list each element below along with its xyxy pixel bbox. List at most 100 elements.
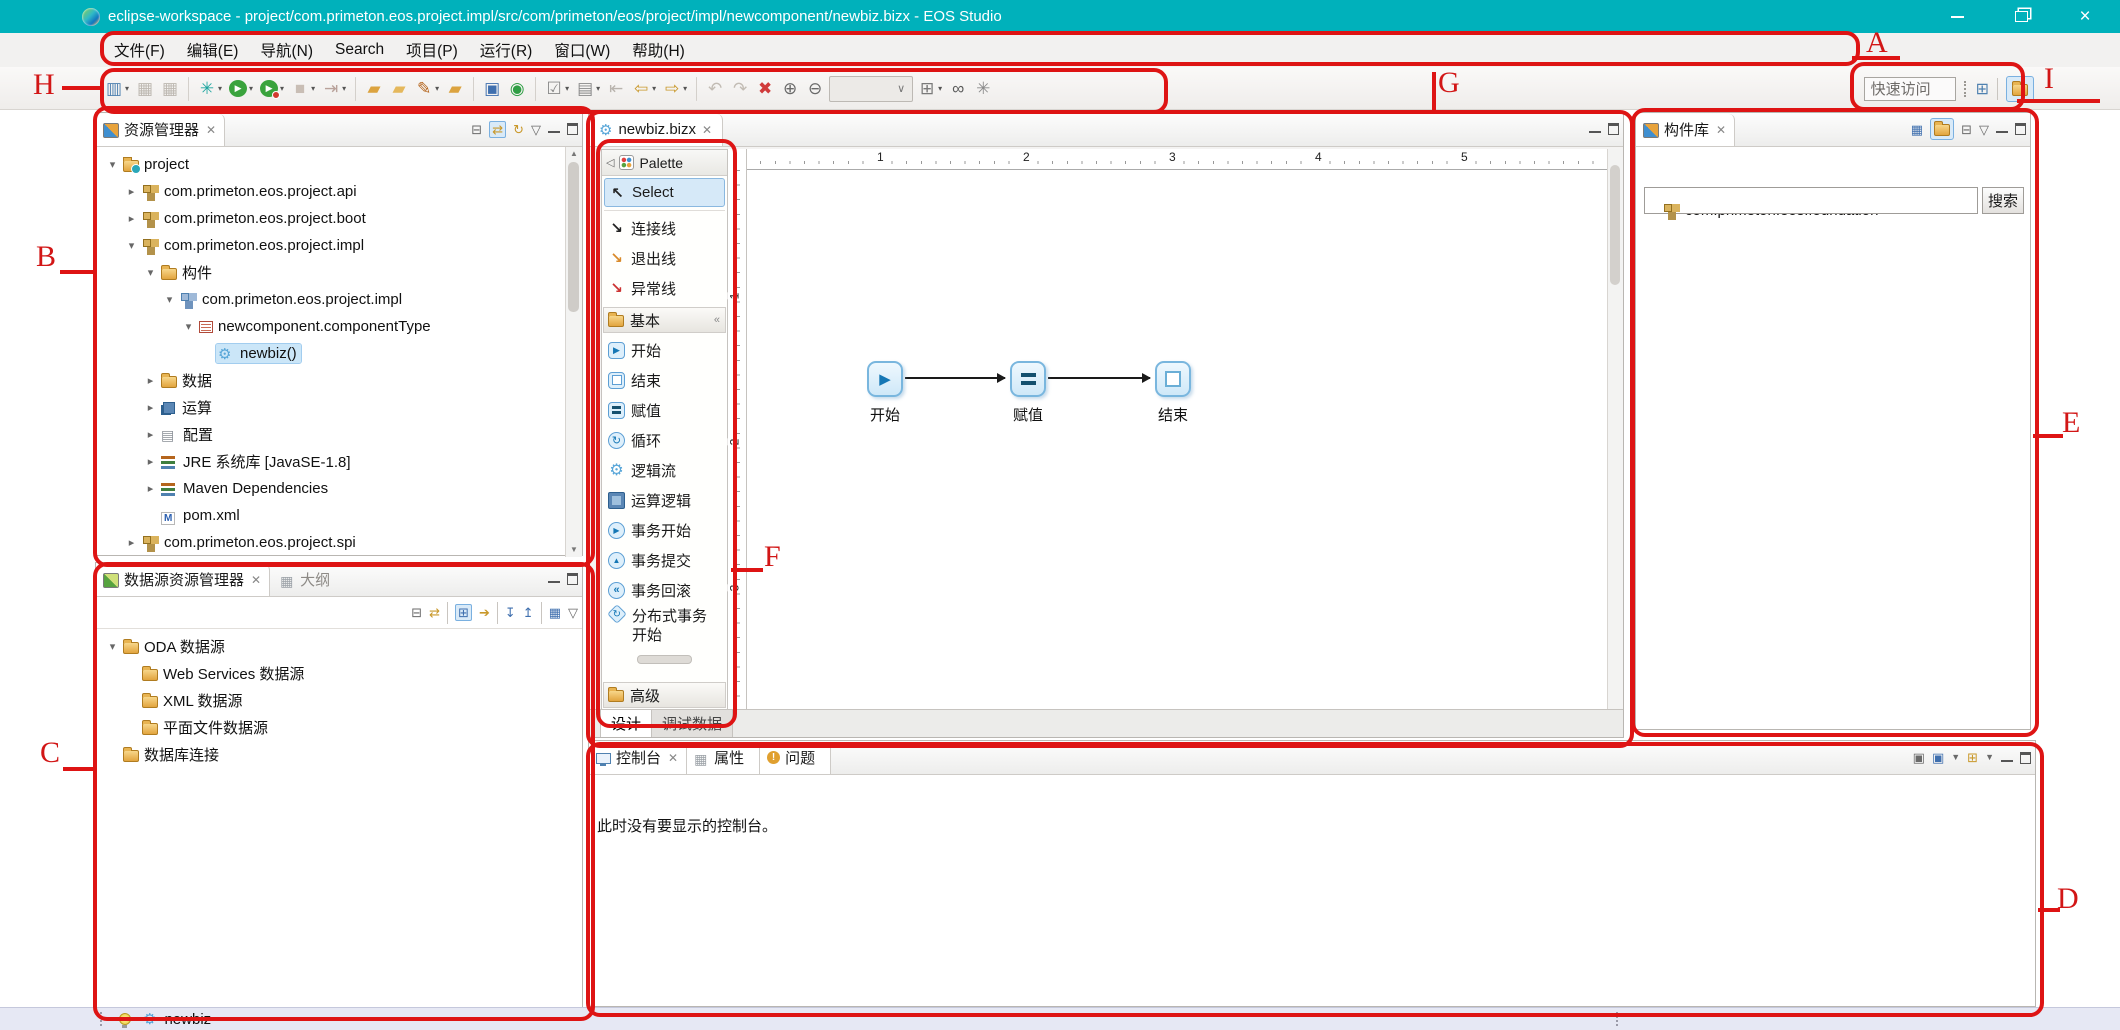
collapse-all-icon[interactable]: ⊟ bbox=[1961, 123, 1972, 136]
save-profile-icon[interactable]: ▦ bbox=[549, 606, 561, 619]
export-icon[interactable]: ↥ bbox=[523, 606, 534, 619]
tree-item[interactable]: 数据库连接 bbox=[96, 741, 582, 768]
toolbar-button[interactable]: ▤▾ bbox=[574, 74, 602, 104]
minimize-view-button[interactable] bbox=[1996, 131, 2008, 133]
maximize-view-button[interactable] bbox=[2015, 123, 2026, 135]
flow-node[interactable]: 开始 bbox=[867, 361, 903, 397]
menu-item[interactable]: 导航(N) bbox=[249, 36, 324, 64]
toolbar-button[interactable]: ▰▾ bbox=[444, 74, 466, 104]
editor-mode-tab[interactable]: 调试数据 bbox=[652, 710, 733, 737]
collapse-chevron-icon[interactable]: « bbox=[714, 314, 720, 326]
maximize-view-button[interactable] bbox=[567, 123, 578, 135]
new-console-view-icon[interactable]: ⊞ bbox=[1967, 751, 1978, 764]
toolbar-button[interactable]: ▾ bbox=[473, 77, 474, 101]
tab-newbiz-editor[interactable]: ⚙ newbiz.bizx ✕ bbox=[589, 114, 723, 146]
canvas-scrollbar[interactable] bbox=[1607, 149, 1622, 711]
minimize-view-button[interactable] bbox=[548, 581, 560, 583]
toolbar-button[interactable]: ▾ bbox=[829, 76, 913, 102]
toolbar-button[interactable]: ▦▾ bbox=[159, 74, 181, 104]
palette-item[interactable]: 退出线 bbox=[604, 243, 725, 273]
tree-item[interactable]: ▸ com.primeton.eos.project.boot bbox=[96, 205, 582, 232]
tree-item[interactable]: ▸ JRE 系统库 [JavaSE-1.8] bbox=[96, 448, 582, 475]
palette-item[interactable]: 开始 bbox=[604, 335, 725, 365]
palette-item[interactable]: 循环 bbox=[604, 425, 725, 455]
tab-datasource-explorer[interactable]: 数据源资源管理器 ✕ bbox=[96, 564, 270, 596]
expand-arrow-icon[interactable]: ▸ bbox=[142, 401, 159, 414]
tab-close-icon[interactable]: ✕ bbox=[1716, 123, 1726, 137]
toolbar-button[interactable]: ↷▾ bbox=[729, 74, 751, 104]
tree-item[interactable]: ▸ com.primeton.eos.project.spi bbox=[96, 529, 582, 556]
maximize-view-button[interactable] bbox=[567, 573, 578, 585]
palette-item[interactable]: 结束 bbox=[604, 365, 725, 395]
expand-arrow-icon[interactable]: ▾ bbox=[104, 158, 121, 171]
flow-node[interactable]: 赋值 bbox=[1010, 361, 1046, 397]
open-console-icon[interactable]: ▣ bbox=[1932, 751, 1944, 764]
palette-item[interactable]: 赋值 bbox=[604, 395, 725, 425]
toolbar-button[interactable]: ▾ bbox=[696, 77, 697, 101]
tree-item[interactable]: Web Services 数据源 bbox=[96, 660, 582, 687]
dropdown-arrow-icon[interactable]: ▾ bbox=[342, 84, 346, 93]
maximize-button[interactable] bbox=[2006, 5, 2036, 29]
tree-item[interactable]: ▾ 构件 bbox=[96, 259, 582, 286]
scroll-down-icon[interactable]: ▼ bbox=[566, 543, 582, 557]
toolbar-button[interactable]: ▾ bbox=[355, 77, 356, 101]
menu-item[interactable]: 编辑(E) bbox=[176, 36, 250, 64]
tab-resource-explorer[interactable]: 资源管理器 ✕ bbox=[96, 114, 225, 146]
toolbar-button[interactable]: ▶▾ bbox=[258, 74, 286, 104]
tree-item[interactable]: 平面文件数据源 bbox=[96, 714, 582, 741]
expand-arrow-icon[interactable]: ▾ bbox=[104, 640, 121, 653]
quick-access-input[interactable]: 快速访问 bbox=[1864, 77, 1956, 101]
expand-arrow-icon[interactable]: ▸ bbox=[142, 428, 159, 441]
console-tab[interactable]: 控制台 ✕ bbox=[589, 742, 687, 774]
editor-mode-tab[interactable]: 设计 bbox=[600, 710, 652, 737]
dropdown-arrow-icon[interactable]: ▾ bbox=[652, 84, 656, 93]
view-menu-icon[interactable]: ▽ bbox=[531, 123, 541, 136]
expand-arrow-icon[interactable]: ▸ bbox=[123, 185, 140, 198]
view-menu-icon[interactable]: ▽ bbox=[1979, 123, 1989, 136]
menu-item[interactable]: 帮助(H) bbox=[621, 36, 696, 64]
tree-item[interactable]: XML 数据源 bbox=[96, 687, 582, 714]
toolbar-button[interactable]: ■▾ bbox=[289, 74, 317, 104]
toolbar-button[interactable]: ▣▾ bbox=[481, 74, 503, 104]
expand-arrow-icon[interactable]: ▸ bbox=[123, 536, 140, 549]
dropdown-arrow-icon[interactable]: ▾ bbox=[280, 84, 284, 93]
dropdown-arrow-icon[interactable]: ▼ bbox=[1985, 753, 1994, 762]
explorer-scrollbar[interactable]: ▲ ▼ bbox=[565, 147, 582, 557]
import-icon[interactable]: ↧ bbox=[505, 606, 516, 619]
palette-item[interactable]: 事务回滚 bbox=[604, 575, 725, 605]
minimize-editor-button[interactable] bbox=[1589, 131, 1601, 133]
scroll-thumb[interactable] bbox=[1610, 165, 1620, 285]
dropdown-arrow-icon[interactable]: ▾ bbox=[218, 84, 222, 93]
tree-item[interactable]: ▾ com.primeton.eos.project.impl bbox=[96, 286, 582, 313]
tree-mode-icon[interactable]: ⊞ bbox=[455, 604, 472, 621]
expand-arrow-icon[interactable]: ▸ bbox=[142, 374, 159, 387]
toolbar-button[interactable]: ✳▾ bbox=[196, 74, 224, 104]
tab-close-icon[interactable]: ✕ bbox=[702, 123, 712, 137]
close-button[interactable]: × bbox=[2070, 5, 2100, 29]
expand-arrow-icon[interactable]: ▸ bbox=[142, 455, 159, 468]
toolbar-button[interactable]: ↶▾ bbox=[704, 74, 726, 104]
tab-outline[interactable]: 大纲 bbox=[270, 564, 340, 596]
toolbar-button[interactable]: ⇤▾ bbox=[605, 74, 627, 104]
design-canvas[interactable]: 开始 赋值 结束 bbox=[747, 170, 1611, 711]
view-menu-icon[interactable]: ▽ bbox=[568, 606, 578, 619]
scroll-thumb[interactable] bbox=[568, 162, 579, 312]
dropdown-arrow-icon[interactable]: ▾ bbox=[683, 84, 687, 93]
dropdown-arrow-icon[interactable]: ▾ bbox=[435, 84, 439, 93]
palette-section-advanced[interactable]: 高级 bbox=[603, 682, 726, 708]
tab-close-icon[interactable]: ✕ bbox=[251, 573, 261, 587]
menu-item[interactable]: 运行(R) bbox=[469, 36, 544, 64]
tree-item[interactable]: newbiz() bbox=[96, 340, 582, 367]
dropdown-arrow-icon[interactable]: ▾ bbox=[125, 84, 129, 93]
dropdown-arrow-icon[interactable]: ▾ bbox=[565, 84, 569, 93]
toolbar-button[interactable]: ▾ bbox=[535, 77, 536, 101]
console-tab[interactable]: 问题 bbox=[760, 742, 831, 774]
library-search-input[interactable] bbox=[1644, 187, 1978, 214]
toolbar-button[interactable]: ⇨▾ bbox=[661, 74, 689, 104]
toolbar-button[interactable]: ✎▾ bbox=[413, 74, 441, 104]
toolbar-button[interactable]: ⊖▾ bbox=[804, 74, 826, 104]
tree-item[interactable]: ▾ project bbox=[96, 151, 582, 178]
palette-item[interactable]: 逻辑流 bbox=[604, 455, 725, 485]
toolbar-button[interactable]: ☑▾ bbox=[543, 74, 571, 104]
toolbar-button[interactable]: ⇦▾ bbox=[630, 74, 658, 104]
